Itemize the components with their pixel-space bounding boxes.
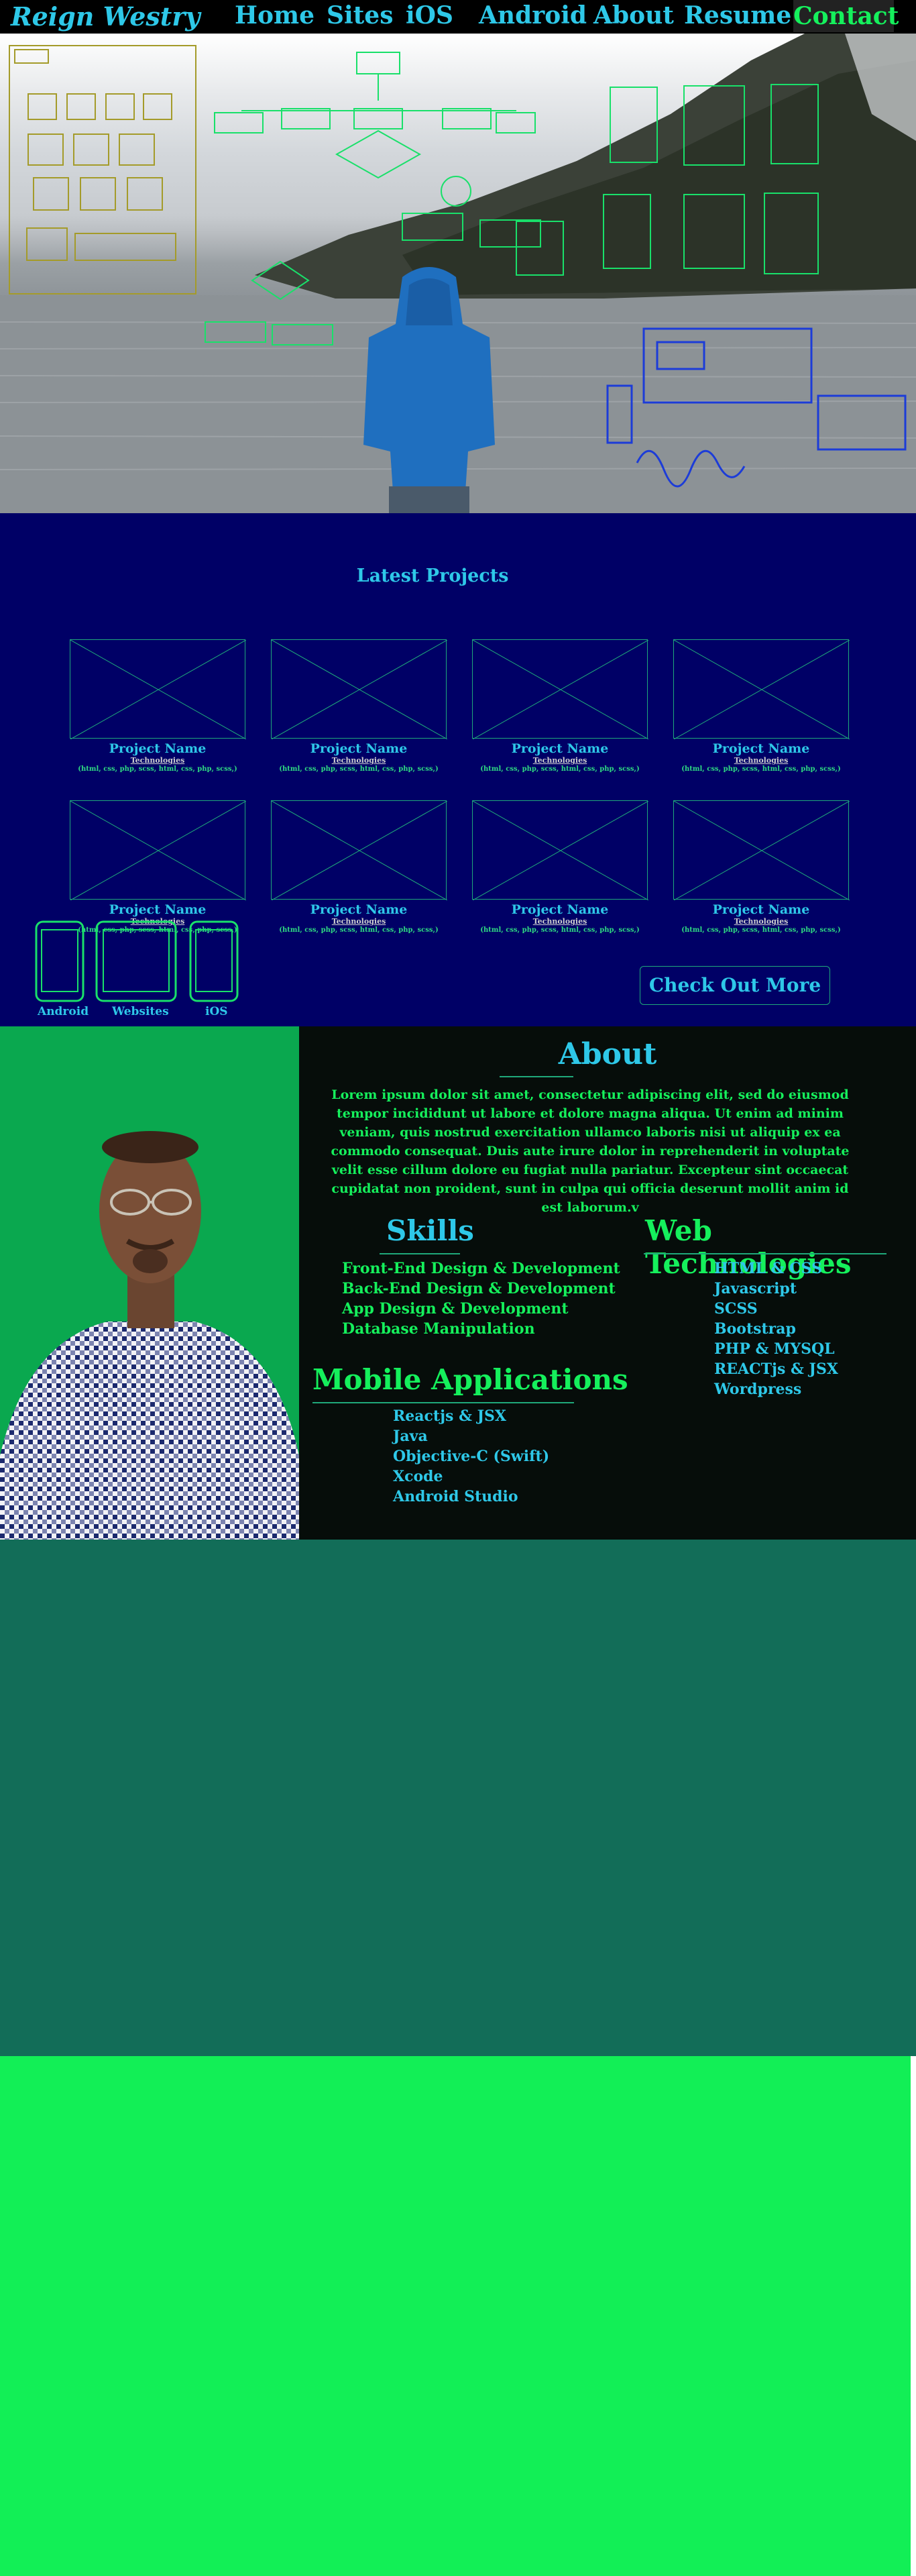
- project-tech-label: Technologies: [130, 756, 185, 765]
- web-tech-item: Wordpress: [714, 1381, 802, 1398]
- web-tech-item: HTML & CSS: [714, 1260, 822, 1277]
- about-title: About: [558, 1037, 657, 1071]
- project-card[interactable]: Project Name Technologies (html, css, php,…: [472, 800, 648, 934]
- brand-logo[interactable]: Reign Westry: [11, 1, 200, 32]
- project-card[interactable]: Project Name Technologies (html, css, php,…: [271, 639, 447, 773]
- skill-item: Back-End Design & Development: [342, 1280, 616, 1297]
- project-name[interactable]: Project Name: [271, 902, 447, 917]
- project-card[interactable]: Project Name Technologies (html, css, php,…: [673, 800, 850, 934]
- project-tech-label: Technologies: [734, 756, 789, 765]
- project-thumbnail-placeholder[interactable]: [472, 639, 648, 739]
- android-phone-icon: [35, 920, 84, 1002]
- mobile-item: Objective-C (Swift): [393, 1448, 550, 1465]
- hero-person-image: [363, 267, 495, 513]
- website-tablet-icon: [95, 920, 177, 1002]
- project-thumbnail-placeholder[interactable]: [271, 639, 447, 739]
- device-label-ios: iOS: [205, 1005, 228, 1018]
- mobile-apps-title: Mobile Applications: [312, 1363, 628, 1396]
- web-tech-rule: [644, 1253, 886, 1254]
- project-name[interactable]: Project Name: [673, 902, 849, 917]
- web-tech-item: REACTjs & JSX: [714, 1360, 838, 1378]
- nav-ios[interactable]: iOS: [406, 1, 453, 30]
- project-tech-label: Technologies: [532, 756, 587, 765]
- project-name[interactable]: Project Name: [673, 741, 849, 756]
- projects-title: Latest Projects: [356, 566, 509, 586]
- about-title-rule: [500, 1076, 573, 1077]
- web-tech-item: SCSS: [714, 1300, 758, 1318]
- device-label-android: Android: [38, 1005, 89, 1018]
- project-thumbnail-placeholder[interactable]: [271, 800, 447, 900]
- project-thumbnail-placeholder[interactable]: [472, 800, 648, 900]
- project-card[interactable]: Project Name Technologies (html, css, php,…: [472, 639, 648, 773]
- check-out-more-button[interactable]: Check Out More: [640, 966, 830, 1005]
- skill-item: Front-End Design & Development: [342, 1260, 620, 1277]
- mobile-apps-list: Reactjs & JSX Java Objective-C (Swift) X…: [393, 1406, 549, 1507]
- project-card[interactable]: Project Name Technologies (html, css, php,…: [673, 639, 850, 773]
- skills-rule: [380, 1253, 460, 1254]
- project-tech-stack: (html, css, php, scss, html, css, php, s…: [681, 765, 841, 773]
- mobile-apps-rule: [312, 1402, 574, 1403]
- web-tech-item: Javascript: [714, 1280, 797, 1297]
- mobile-item: Android Studio: [393, 1488, 518, 1505]
- web-tech-item: Bootstrap: [714, 1320, 796, 1338]
- project-tech-stack: (html, css, php, scss, html, css, php, s…: [279, 765, 439, 773]
- web-tech-item: PHP & MYSQL: [714, 1340, 835, 1358]
- green-section: [0, 2056, 916, 2576]
- project-tech-label: Technologies: [331, 917, 386, 926]
- mobile-item: Reactjs & JSX: [393, 1407, 506, 1425]
- hero-banner: [0, 34, 916, 513]
- project-tech-stack: (html, css, php, scss, html, css, php, s…: [480, 926, 640, 934]
- nav-sites[interactable]: Sites: [327, 1, 393, 30]
- project-name[interactable]: Project Name: [271, 741, 447, 756]
- skill-item: App Design & Development: [342, 1300, 569, 1318]
- device-icons: [35, 920, 239, 1002]
- device-label-websites: Websites: [112, 1005, 169, 1018]
- project-tech-stack: (html, css, php, scss, html, css, php, s…: [681, 926, 841, 934]
- project-thumbnail-placeholder[interactable]: [70, 800, 246, 900]
- skills-title: Skills: [386, 1214, 474, 1247]
- skills-list: Front-End Design & Development Back-End …: [342, 1258, 620, 1339]
- project-thumbnail-placeholder[interactable]: [673, 639, 850, 739]
- project-tech-label: Technologies: [331, 756, 386, 765]
- project-tech-stack: (html, css, php, scss, html, css, php, s…: [279, 926, 439, 934]
- nav-home[interactable]: Home: [235, 1, 314, 30]
- project-thumbnail-placeholder[interactable]: [673, 800, 850, 900]
- page-edge: [911, 2056, 916, 2576]
- nav-android[interactable]: Android: [479, 1, 587, 30]
- project-tech-label: Technologies: [734, 917, 789, 926]
- project-tech-stack: (html, css, php, scss, html, css, php, s…: [480, 765, 640, 773]
- project-thumbnail-placeholder[interactable]: [70, 639, 246, 739]
- teal-section: [0, 1540, 916, 2056]
- nav-about[interactable]: About: [593, 1, 674, 30]
- project-card[interactable]: Project Name Technologies (html, css, php,…: [271, 800, 447, 934]
- portrait-image: [0, 1131, 299, 1540]
- mobile-item: Xcode: [393, 1468, 443, 1485]
- web-tech-list: HTML & CSS Javascript SCSS Bootstrap PHP…: [714, 1258, 838, 1399]
- project-name[interactable]: Project Name: [70, 741, 245, 756]
- project-tech-label: Technologies: [532, 917, 587, 926]
- project-name[interactable]: Project Name: [70, 902, 245, 917]
- ios-phone-icon: [189, 920, 239, 1002]
- nav-resume[interactable]: Resume: [684, 1, 791, 30]
- skill-item: Database Manipulation: [342, 1320, 535, 1338]
- project-name[interactable]: Project Name: [472, 741, 648, 756]
- about-body-text: Lorem ipsum dolor sit amet, consectetur …: [331, 1087, 850, 1215]
- project-card[interactable]: Project Name Technologies (html, css, php,…: [70, 639, 246, 773]
- nav-contact[interactable]: Contact: [793, 0, 899, 32]
- project-card[interactable]: Project Name Technologies (html, css, php,…: [70, 800, 246, 934]
- portrait-photo: [0, 1026, 299, 1540]
- top-nav: Reign Westry Home Sites iOS Android Abou…: [0, 0, 916, 34]
- project-name[interactable]: Project Name: [472, 902, 648, 917]
- project-tech-stack: (html, css, php, scss, html, css, php, s…: [78, 765, 237, 773]
- mobile-item: Java: [393, 1428, 428, 1445]
